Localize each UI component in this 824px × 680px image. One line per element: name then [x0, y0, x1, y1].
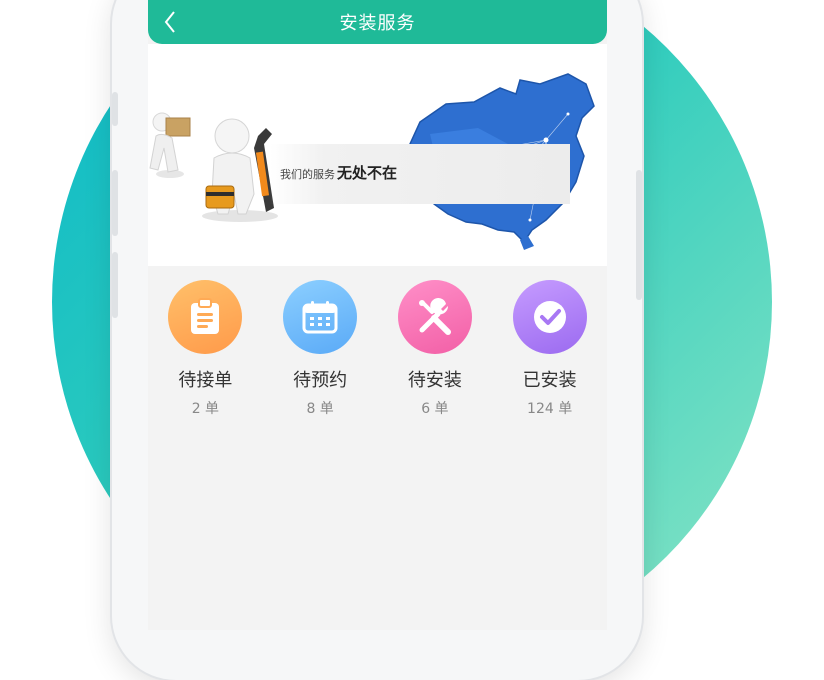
status-label: 待接单 [178, 370, 233, 391]
status-label: 待预约 [293, 370, 348, 391]
top-bar: 安装服务 [148, 0, 607, 44]
banner-tagline: 我们的服务 无处不在 [280, 162, 397, 183]
status-label: 待安装 [407, 370, 462, 391]
order-status-grid: 待接单 2 单 待预约 8 单 待安装 6 单 已安装 124 单 [148, 280, 607, 430]
status-installed[interactable]: 已安装 124 单 [492, 280, 607, 430]
clipboard-icon [191, 298, 220, 334]
tools-icon [418, 298, 451, 335]
app-screen: 安装服务 我们的服务 无处不在 待接单 2 单 待预约 8 单 待安装 6 单 … [148, 0, 607, 630]
phone-side-button [112, 170, 118, 236]
check-circle-icon [533, 301, 566, 333]
phone-power-button [636, 170, 642, 300]
status-count: 8 单 [306, 401, 334, 417]
status-count: 124 单 [527, 401, 573, 417]
mechanic-figure-illustration [202, 118, 278, 222]
delivery-figure-illustration [149, 112, 191, 178]
banner-tagline-prefix: 我们的服务 [280, 168, 335, 181]
status-icon-circle [283, 280, 358, 354]
back-button[interactable] [158, 10, 182, 34]
status-pending-accept[interactable]: 待接单 2 单 [148, 280, 263, 430]
status-pending-install[interactable]: 待安装 6 单 [378, 280, 493, 430]
status-pending-appointment[interactable]: 待预约 8 单 [263, 280, 378, 430]
status-icon-circle [512, 280, 587, 354]
status-count: 6 单 [421, 401, 449, 417]
phone-side-button [112, 92, 118, 126]
banner-tagline-emphasis: 无处不在 [337, 164, 398, 182]
status-icon-circle [397, 280, 472, 354]
calendar-icon [302, 301, 338, 334]
chevron-left-icon [164, 11, 175, 33]
status-label: 已安装 [522, 370, 577, 391]
status-icon-circle [168, 280, 243, 354]
service-banner: 我们的服务 无处不在 [148, 44, 607, 266]
phone-side-button [112, 252, 118, 318]
page-title: 安装服务 [339, 13, 416, 34]
status-count: 2 单 [191, 401, 220, 417]
